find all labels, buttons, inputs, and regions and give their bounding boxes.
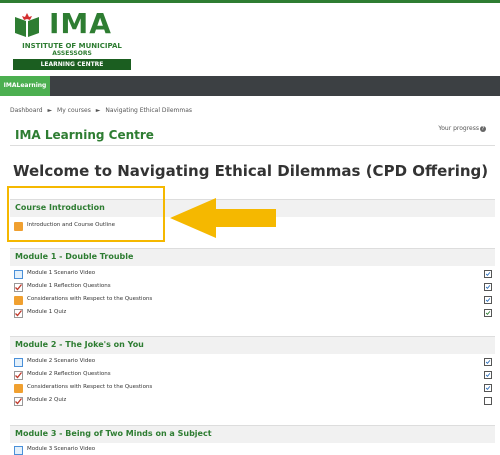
activity-item[interactable]: Considerations with Respect to the Quest… — [14, 383, 492, 395]
ima-logo[interactable]: IMA INSTITUTE OF MUNICIPAL ASSESSORS LEA… — [13, 9, 131, 71]
activity-item[interactable]: Module 2 Reflection Questions — [14, 370, 492, 382]
page-icon — [14, 446, 23, 455]
page-heading: Welcome to Navigating Ethical Dilemmas (… — [13, 162, 489, 180]
breadcrumb-my-courses[interactable]: My courses — [57, 107, 91, 114]
activity-label[interactable]: Considerations with Respect to the Quest… — [27, 296, 152, 302]
completion-checkbox[interactable] — [484, 371, 492, 379]
logo-text: IMA — [49, 7, 112, 40]
section-module-1: Module 1 - Double Trouble — [10, 248, 495, 266]
activity-item[interactable]: Module 1 Quiz — [14, 308, 492, 320]
activity-item[interactable]: Considerations with Respect to the Quest… — [14, 295, 492, 307]
completion-checkbox[interactable] — [484, 384, 492, 392]
nav-tab-imalearning[interactable]: IMALearning — [0, 76, 50, 96]
section-title[interactable]: Module 3 - Being of Two Minds on a Subje… — [15, 429, 212, 438]
folder-icon — [14, 384, 23, 393]
highlight-box — [7, 186, 165, 242]
progress-label: Your progress — [438, 125, 479, 132]
section-title[interactable]: Module 2 - The Joke's on You — [15, 340, 144, 349]
completion-checkbox[interactable] — [484, 358, 492, 366]
completion-checkbox[interactable] — [484, 270, 492, 278]
completion-checkbox-empty[interactable] — [484, 397, 492, 405]
section-module-3: Module 3 - Being of Two Minds on a Subje… — [10, 425, 495, 443]
activity-item[interactable]: Module 1 Reflection Questions — [14, 282, 492, 294]
activity-label[interactable]: Module 2 Scenario Video — [27, 358, 95, 364]
top-navbar: IMALearning — [0, 76, 500, 96]
folder-icon — [14, 296, 23, 305]
activity-item[interactable]: Module 3 Scenario Video — [14, 445, 492, 455]
book-leaf-icon — [15, 13, 39, 37]
progress-indicator: Your progress? — [438, 125, 486, 132]
activity-label[interactable]: Module 2 Quiz — [27, 397, 66, 403]
activity-label[interactable]: Considerations with Respect to the Quest… — [27, 384, 152, 390]
breadcrumb-separator: ► — [47, 107, 53, 114]
breadcrumb-dashboard[interactable]: Dashboard — [10, 107, 43, 114]
quiz-icon — [14, 309, 23, 318]
arrow-left-icon — [170, 198, 276, 238]
completion-checkbox[interactable] — [484, 283, 492, 291]
questionnaire-icon — [14, 283, 23, 292]
section-module-2: Module 2 - The Joke's on You — [10, 336, 495, 354]
activity-item[interactable]: Module 1 Scenario Video — [14, 269, 492, 281]
questionnaire-icon — [14, 371, 23, 380]
activity-item[interactable]: Module 2 Scenario Video — [14, 357, 492, 369]
page-header: IMA INSTITUTE OF MUNICIPAL ASSESSORS LEA… — [0, 0, 500, 76]
site-title: IMA Learning Centre — [15, 128, 154, 142]
activity-label[interactable]: Module 1 Quiz — [27, 309, 66, 315]
breadcrumb-separator: ► — [95, 107, 101, 114]
help-icon[interactable]: ? — [480, 126, 486, 132]
page-icon — [14, 358, 23, 367]
completion-checkbox-pass[interactable] — [484, 309, 492, 317]
activity-label[interactable]: Module 3 Scenario Video — [27, 446, 95, 452]
activity-item[interactable]: Module 2 Quiz — [14, 396, 492, 408]
breadcrumb-current-course[interactable]: Navigating Ethical Dilemmas — [105, 107, 192, 114]
activity-label[interactable]: Module 1 Reflection Questions — [27, 283, 111, 289]
section-title[interactable]: Module 1 - Double Trouble — [15, 252, 133, 261]
logo-subtitle-2: ASSESSORS — [52, 50, 92, 57]
divider — [10, 145, 495, 146]
quiz-icon — [14, 397, 23, 406]
logo-subtitle-1: INSTITUTE OF MUNICIPAL — [22, 42, 122, 50]
activity-label[interactable]: Module 2 Reflection Questions — [27, 371, 111, 377]
page-icon — [14, 270, 23, 279]
breadcrumb: Dashboard ► My courses ► Navigating Ethi… — [10, 107, 195, 114]
logo-banner: LEARNING CENTRE — [13, 59, 131, 70]
completion-checkbox[interactable] — [484, 296, 492, 304]
activity-label[interactable]: Module 1 Scenario Video — [27, 270, 95, 276]
